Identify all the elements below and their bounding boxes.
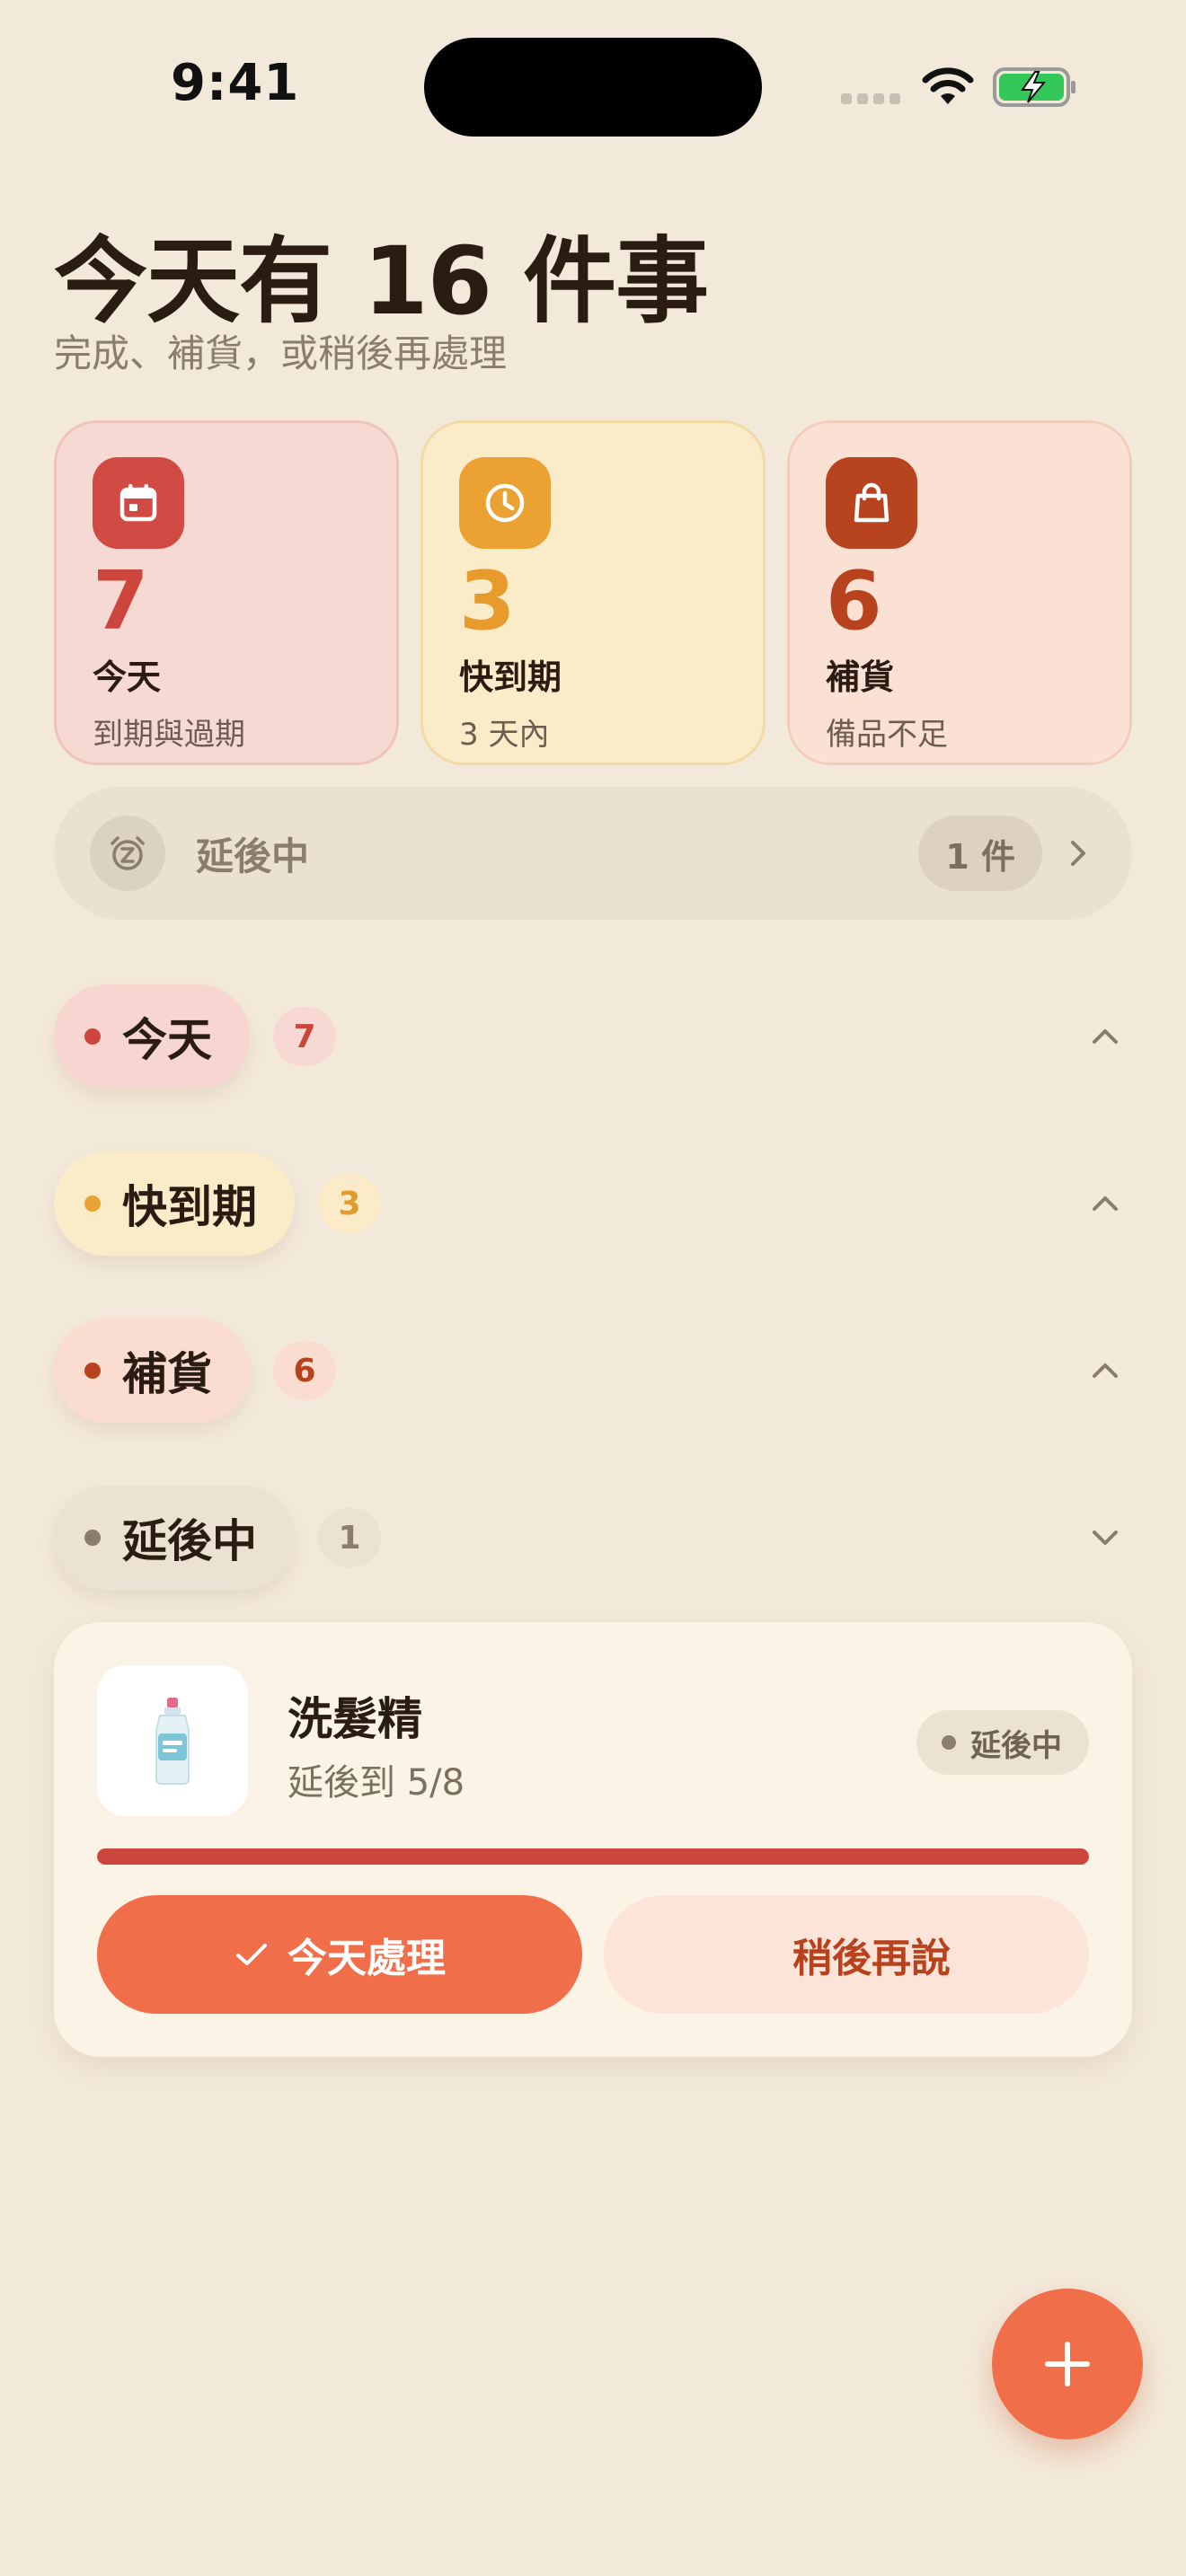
section-label: 今天: [122, 1014, 212, 1066]
chevron-up-icon[interactable]: [1078, 1344, 1132, 1398]
summary-sub: 3 天內: [459, 717, 550, 753]
section-count-badge: 6: [273, 1341, 336, 1400]
summary-sub: 到期與過期: [93, 717, 245, 753]
battery-charging-icon: [993, 67, 1075, 107]
section-pill: 延後中: [54, 1486, 295, 1590]
cellular-signal-icon: [841, 93, 900, 104]
wifi-icon: [922, 67, 974, 104]
add-item-button[interactable]: [992, 2289, 1143, 2439]
later-button[interactable]: 稍後再說: [604, 1895, 1089, 2014]
snoozed-label: 延後中: [196, 834, 310, 878]
section-header-today[interactable]: 今天 7: [54, 984, 1132, 1089]
chevron-up-icon[interactable]: [1078, 1177, 1132, 1231]
page-title: 今天有 16 件事: [54, 226, 709, 336]
section-dot: [84, 1530, 101, 1546]
section-dot: [84, 1028, 101, 1045]
alarm-snooze-icon: [90, 816, 165, 891]
plus-icon: [1045, 2342, 1090, 2386]
page-subtitle: 完成、補貨，或稍後再處理: [54, 331, 508, 375]
item-progress-bar: [97, 1848, 1089, 1865]
snoozed-count-badge: 1 件: [918, 816, 1042, 891]
summary-count: 6: [826, 554, 882, 648]
later-label: 稍後再說: [792, 1936, 951, 1981]
chevron-up-icon[interactable]: [1078, 1010, 1132, 1063]
status-badge: 延後中: [916, 1710, 1089, 1775]
section-pill: 快到期: [54, 1151, 295, 1256]
item-snooze-date: 延後到 5/8: [288, 1762, 465, 1804]
item-card-shampoo[interactable]: 洗髮精 延後到 5/8 延後中 今天處理 稍後再說: [54, 1622, 1132, 2057]
checkmark-icon: [234, 1940, 270, 1969]
summary-label: 今天: [93, 657, 162, 697]
chevron-right-icon: [1060, 835, 1096, 871]
shampoo-bottle-icon: [97, 1665, 248, 1816]
section-label: 延後中: [122, 1515, 257, 1567]
item-name: 洗髮精: [288, 1693, 422, 1745]
section-count-badge: 3: [318, 1174, 381, 1233]
clock-icon: [459, 457, 551, 549]
status-time: 9:41: [171, 54, 300, 112]
shopping-bag-icon: [826, 457, 917, 549]
summary-count: 3: [459, 554, 516, 648]
moon-icon: [742, 1936, 774, 1972]
section-pill: 今天: [54, 984, 250, 1089]
section-header-restock[interactable]: 補貨 6: [54, 1319, 1132, 1423]
section-header-snoozed[interactable]: 延後中 1: [54, 1486, 1132, 1590]
section-dot: [84, 1363, 101, 1379]
dynamic-island: [424, 38, 762, 137]
section-pill: 補貨: [54, 1319, 250, 1423]
section-header-soon[interactable]: 快到期 3: [54, 1151, 1132, 1256]
summary-sub: 備品不足: [826, 717, 948, 753]
section-count-badge: 1: [318, 1508, 381, 1567]
status-bar: 9:41: [0, 0, 1186, 171]
snoozed-summary-bar[interactable]: 延後中 1 件: [54, 787, 1132, 920]
section-label: 補貨: [122, 1348, 212, 1400]
handle-today-label: 今天處理: [288, 1936, 446, 1981]
section-count-badge: 7: [273, 1007, 336, 1066]
summary-label: 補貨: [826, 657, 895, 697]
status-label: 延後中: [970, 1727, 1062, 1764]
chevron-down-icon[interactable]: [1078, 1511, 1132, 1565]
section-label: 快到期: [122, 1181, 257, 1233]
calendar-icon: [93, 457, 184, 549]
summary-card-restock[interactable]: 6 補貨 備品不足: [787, 420, 1132, 765]
item-progress-fill: [97, 1848, 1089, 1865]
status-dot: [942, 1735, 956, 1750]
handle-today-button[interactable]: 今天處理: [97, 1895, 582, 2014]
summary-label: 快到期: [459, 657, 562, 697]
summary-count: 7: [93, 554, 149, 648]
section-dot: [84, 1195, 101, 1212]
summary-card-today[interactable]: 7 今天 到期與過期: [54, 420, 399, 765]
summary-card-soon[interactable]: 3 快到期 3 天內: [420, 420, 766, 765]
